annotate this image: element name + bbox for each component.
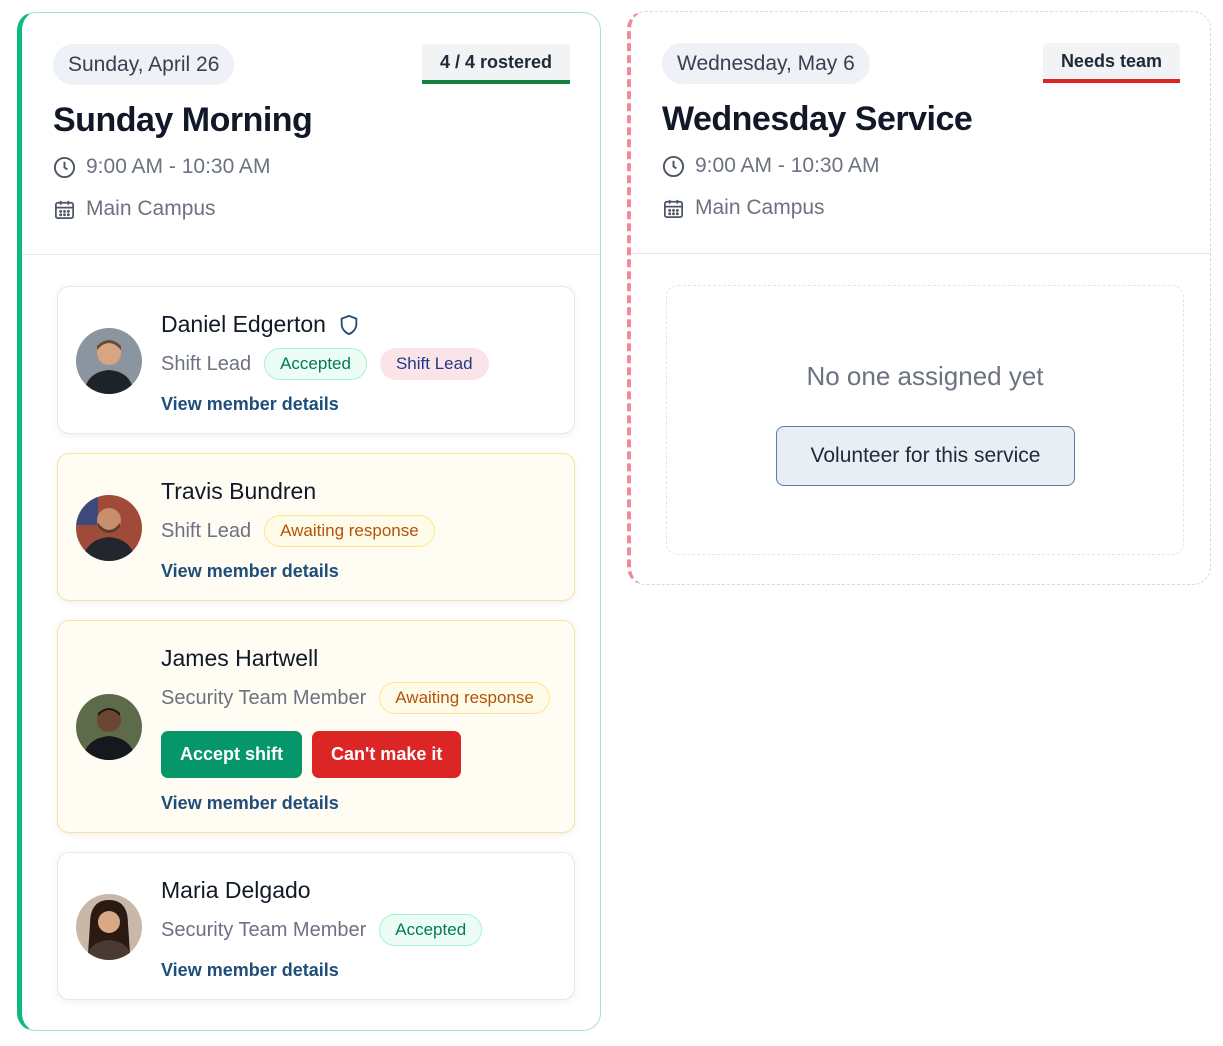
status-badge: Accepted [264, 348, 367, 380]
service-location: Main Campus [662, 196, 825, 220]
service-card-sunday-morning: Sunday, April 26 4 / 4 rostered Sunday M… [17, 12, 601, 1031]
service-time: 9:00 AM - 10:30 AM [662, 154, 879, 178]
member-role-row: Security Team Member Awaiting response [161, 682, 550, 714]
member-role: Security Team Member [161, 686, 367, 709]
cant-make-it-button[interactable]: Can't make it [312, 731, 462, 778]
clock-icon [53, 156, 76, 178]
service-location-text: Main Campus [695, 196, 825, 219]
status-badge: Awaiting response [379, 682, 550, 714]
accept-shift-button[interactable]: Accept shift [161, 731, 303, 778]
empty-roster-text: No one assigned yet [806, 361, 1044, 391]
calendar-icon [664, 199, 683, 218]
calendar-icon [55, 200, 74, 219]
member-name: Travis Bundren [161, 478, 317, 504]
view-member-details-link[interactable]: View member details [161, 394, 339, 415]
service-location: Main Campus [53, 197, 216, 221]
view-member-details-link[interactable]: View member details [161, 960, 339, 981]
status-badge: Awaiting response [264, 515, 435, 547]
date-pill: Sunday, April 26 [53, 44, 235, 85]
member-name: James Hartwell [161, 645, 319, 671]
member-name: Daniel Edgerton [161, 311, 360, 338]
service-time: 9:00 AM - 10:30 AM [53, 155, 270, 179]
volunteer-button[interactable]: Volunteer for this service [776, 426, 1075, 486]
date-pill: Wednesday, May 6 [662, 43, 870, 84]
service-card-header: Sunday, April 26 4 / 4 rostered Sunday M… [22, 13, 600, 255]
member-card-daniel-edgerton: Daniel Edgerton Shift Lead Accepted Shif… [57, 286, 575, 434]
member-role-row: Security Team Member Accepted [161, 914, 483, 946]
avatar [76, 694, 142, 760]
roster-status-badge: 4 / 4 rostered [421, 44, 570, 84]
view-member-details-link[interactable]: View member details [161, 793, 339, 814]
member-role-row: Shift Lead Accepted Shift Lead [161, 348, 489, 380]
clock-icon [662, 155, 685, 177]
service-title: Wednesday Service [662, 100, 973, 138]
shift-lead-badge: Shift Lead [379, 348, 489, 380]
member-card-travis-bundren: Travis Bundren Shift Lead Awaiting respo… [57, 453, 575, 601]
member-role: Security Team Member [161, 918, 367, 941]
service-time-text: 9:00 AM - 10:30 AM [695, 154, 880, 177]
member-role: Shift Lead [161, 519, 252, 542]
empty-roster-box: No one assigned yet Volunteer for this s… [666, 285, 1184, 555]
shield-icon [340, 314, 358, 335]
service-location-text: Main Campus [86, 197, 216, 220]
shift-response-buttons: Accept shift Can't make it [161, 731, 462, 778]
service-time-text: 9:00 AM - 10:30 AM [86, 155, 271, 178]
avatar [76, 495, 142, 561]
member-name: Maria Delgado [161, 877, 311, 903]
member-role-row: Shift Lead Awaiting response [161, 515, 435, 547]
avatar [76, 894, 142, 960]
member-card-james-hartwell: James Hartwell Security Team Member Awai… [57, 620, 575, 833]
member-name-text: Daniel Edgerton [161, 311, 326, 337]
member-card-maria-delgado: Maria Delgado Security Team Member Accep… [57, 852, 575, 1000]
service-title: Sunday Morning [53, 101, 313, 139]
member-role: Shift Lead [161, 352, 252, 375]
status-badge: Accepted [379, 914, 483, 946]
avatar [76, 328, 142, 394]
needs-team-badge: Needs team [1042, 43, 1180, 83]
view-member-details-link[interactable]: View member details [161, 561, 339, 582]
service-card-wednesday-service: Wednesday, May 6 Needs team Wednesday Se… [627, 11, 1211, 585]
service-card-header: Wednesday, May 6 Needs team Wednesday Se… [631, 12, 1210, 254]
